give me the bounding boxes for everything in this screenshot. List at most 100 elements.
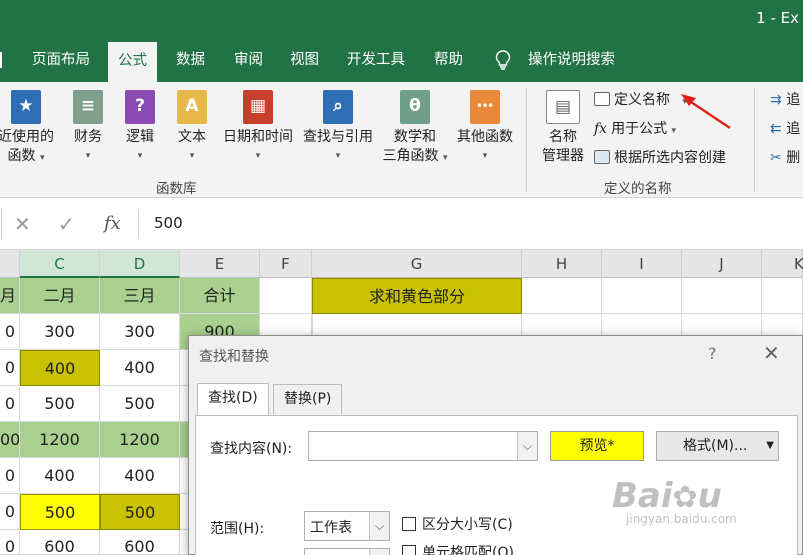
tab-help[interactable]: 帮助	[434, 38, 463, 82]
cell[interactable]	[602, 278, 682, 314]
cell-d[interactable]: 400	[100, 458, 180, 494]
cell-b[interactable]: 0	[0, 458, 20, 494]
tab-page-layout[interactable]: 页面布局	[32, 38, 90, 82]
trace-dependents-button[interactable]: ⇇ 追	[770, 118, 800, 138]
cell[interactable]	[762, 278, 803, 314]
column-header-f[interactable]: F	[260, 250, 312, 278]
search-select[interactable]: ⌵	[304, 548, 390, 555]
financial-button[interactable]: ≡ 财务 ▾	[68, 90, 108, 166]
tell-me-search[interactable]: 操作说明搜索	[528, 38, 615, 82]
find-what-input[interactable]: ⌵	[308, 431, 538, 461]
text-button[interactable]: A 文本 ▾	[172, 90, 212, 166]
cell-c[interactable]: 500	[20, 386, 100, 422]
scope-select[interactable]: 工作表 ⌵	[304, 511, 390, 541]
name-box-edge[interactable]	[0, 209, 2, 239]
column-header-b[interactable]	[0, 250, 20, 278]
cell-header-f[interactable]	[260, 278, 312, 314]
create-from-selection-button[interactable]: 根据所选内容创建	[594, 147, 726, 167]
use-in-formula-button[interactable]: fx 用于公式 ▾	[594, 118, 676, 138]
tab-view[interactable]: 视图	[290, 38, 319, 82]
more-functions-button[interactable]: ⋯ 其他函数 ▾	[452, 90, 518, 166]
chevron-down-icon: ▾	[137, 151, 143, 161]
group-label-defined-names: 定义的名称	[604, 181, 672, 197]
column-header-h[interactable]: H	[522, 250, 602, 278]
trace-precedents-button[interactable]: ⇉ 追	[770, 89, 800, 109]
cell-d[interactable]: 400	[100, 350, 180, 386]
use-in-formula-label: 用于公式	[611, 121, 668, 137]
column-header-i[interactable]: I	[602, 250, 682, 278]
chevron-down-icon: ▾	[85, 151, 91, 161]
remove-arrows-button[interactable]: ✂ 删	[770, 147, 800, 167]
cell-header-e[interactable]: 合计	[180, 278, 260, 314]
text-label: 文本	[178, 129, 206, 145]
tab-formulas[interactable]: 公式	[108, 42, 157, 82]
format-button[interactable]: 格式(M)... ▼	[656, 431, 779, 461]
help-button[interactable]: ?	[708, 344, 717, 363]
logical-label: 逻辑	[126, 129, 154, 145]
cell-b[interactable]: 0	[0, 314, 20, 350]
cancel-icon[interactable]: ✕	[14, 212, 31, 236]
enter-icon[interactable]: ✓	[58, 212, 75, 236]
tab-find[interactable]: 查找(D)	[197, 383, 269, 416]
tab-fragment[interactable]	[0, 52, 5, 68]
formula-divider	[138, 209, 139, 239]
column-header-k[interactable]: K	[762, 250, 803, 278]
cell-c[interactable]: 400	[20, 458, 100, 494]
datetime-button[interactable]: ▦ 日期和时间 ▾	[216, 90, 300, 166]
cell-d[interactable]: 500	[100, 386, 180, 422]
logical-button[interactable]: ? 逻辑 ▾	[120, 90, 160, 166]
match-cell-checkbox[interactable]: 单元格匹配(O)	[402, 542, 514, 555]
column-header-e[interactable]: E	[180, 250, 260, 278]
cell-c[interactable]: 300	[20, 314, 100, 350]
chevron-down-icon: ▼	[766, 440, 774, 451]
close-icon[interactable]: ✕	[763, 341, 780, 365]
cell-header-d[interactable]: 三月	[100, 278, 180, 314]
cell[interactable]	[522, 278, 602, 314]
chevron-down-icon[interactable]: ⌵	[369, 549, 389, 555]
tab-developer[interactable]: 开发工具	[347, 38, 405, 82]
cell-d[interactable]: 600	[100, 530, 180, 555]
cell-d[interactable]: 300	[100, 314, 180, 350]
lookup-reference-button[interactable]: ⌕ 查找与引用 ▾	[296, 90, 380, 166]
trace-label: 追	[786, 92, 801, 108]
tab-replace[interactable]: 替换(P)	[273, 384, 343, 414]
checkbox-box[interactable]	[402, 545, 416, 555]
cell-b[interactable]: 0	[0, 386, 20, 422]
math-trig-button[interactable]: θ 数学和 三角函数 ▾	[378, 90, 452, 168]
chevron-down-icon[interactable]: ⌵	[517, 432, 537, 460]
cell[interactable]	[682, 278, 762, 314]
insert-function-icon[interactable]: fx	[104, 213, 121, 234]
name-manager-button[interactable]: ▤ 名称 管理器	[536, 90, 590, 166]
cell-d[interactable]: 1200	[100, 422, 180, 458]
cell-header-g[interactable]: 求和黄色部分	[312, 278, 522, 314]
formula-input[interactable]: 500	[154, 214, 183, 232]
column-header-g[interactable]: G	[312, 250, 522, 278]
dialog-title: 查找和替换	[199, 349, 269, 365]
cell-b[interactable]: 0	[0, 350, 20, 386]
column-header-c[interactable]: C	[20, 250, 100, 278]
create-from-selection-label: 根据所选内容创建	[614, 150, 726, 166]
watermark: Bai✿u jingyan.baidu.com	[612, 476, 737, 526]
cell-b[interactable]: 0	[0, 530, 20, 555]
cell-b[interactable]: 0	[0, 494, 20, 530]
trace-label: 追	[786, 121, 801, 137]
match-case-checkbox[interactable]: 区分大小写(C)	[402, 514, 513, 534]
group-label-function-library: 函数库	[156, 181, 197, 197]
checkbox-box[interactable]	[402, 517, 416, 531]
cell-c[interactable]: 1200	[20, 422, 100, 458]
cell-header-b[interactable]: 月	[0, 278, 20, 314]
cell-c[interactable]: 400	[20, 350, 100, 386]
cell-c[interactable]: 600	[20, 530, 100, 555]
tab-data[interactable]: 数据	[176, 38, 205, 82]
recently-used-button[interactable]: ★ 近使用的 函数 ▾	[0, 90, 56, 168]
cell-d[interactable]: 500	[100, 494, 180, 530]
cell-b[interactable]: 00	[0, 422, 20, 458]
chevron-down-icon[interactable]: ⌵	[369, 512, 389, 540]
tab-review[interactable]: 审阅	[234, 38, 263, 82]
group-divider	[526, 88, 527, 192]
column-header-d[interactable]: D	[100, 250, 180, 278]
cell-header-c[interactable]: 二月	[20, 278, 100, 314]
column-header-j[interactable]: J	[682, 250, 762, 278]
cell-c[interactable]: 500	[20, 494, 100, 530]
define-name-button[interactable]: 定义名称 ▾	[594, 89, 687, 109]
